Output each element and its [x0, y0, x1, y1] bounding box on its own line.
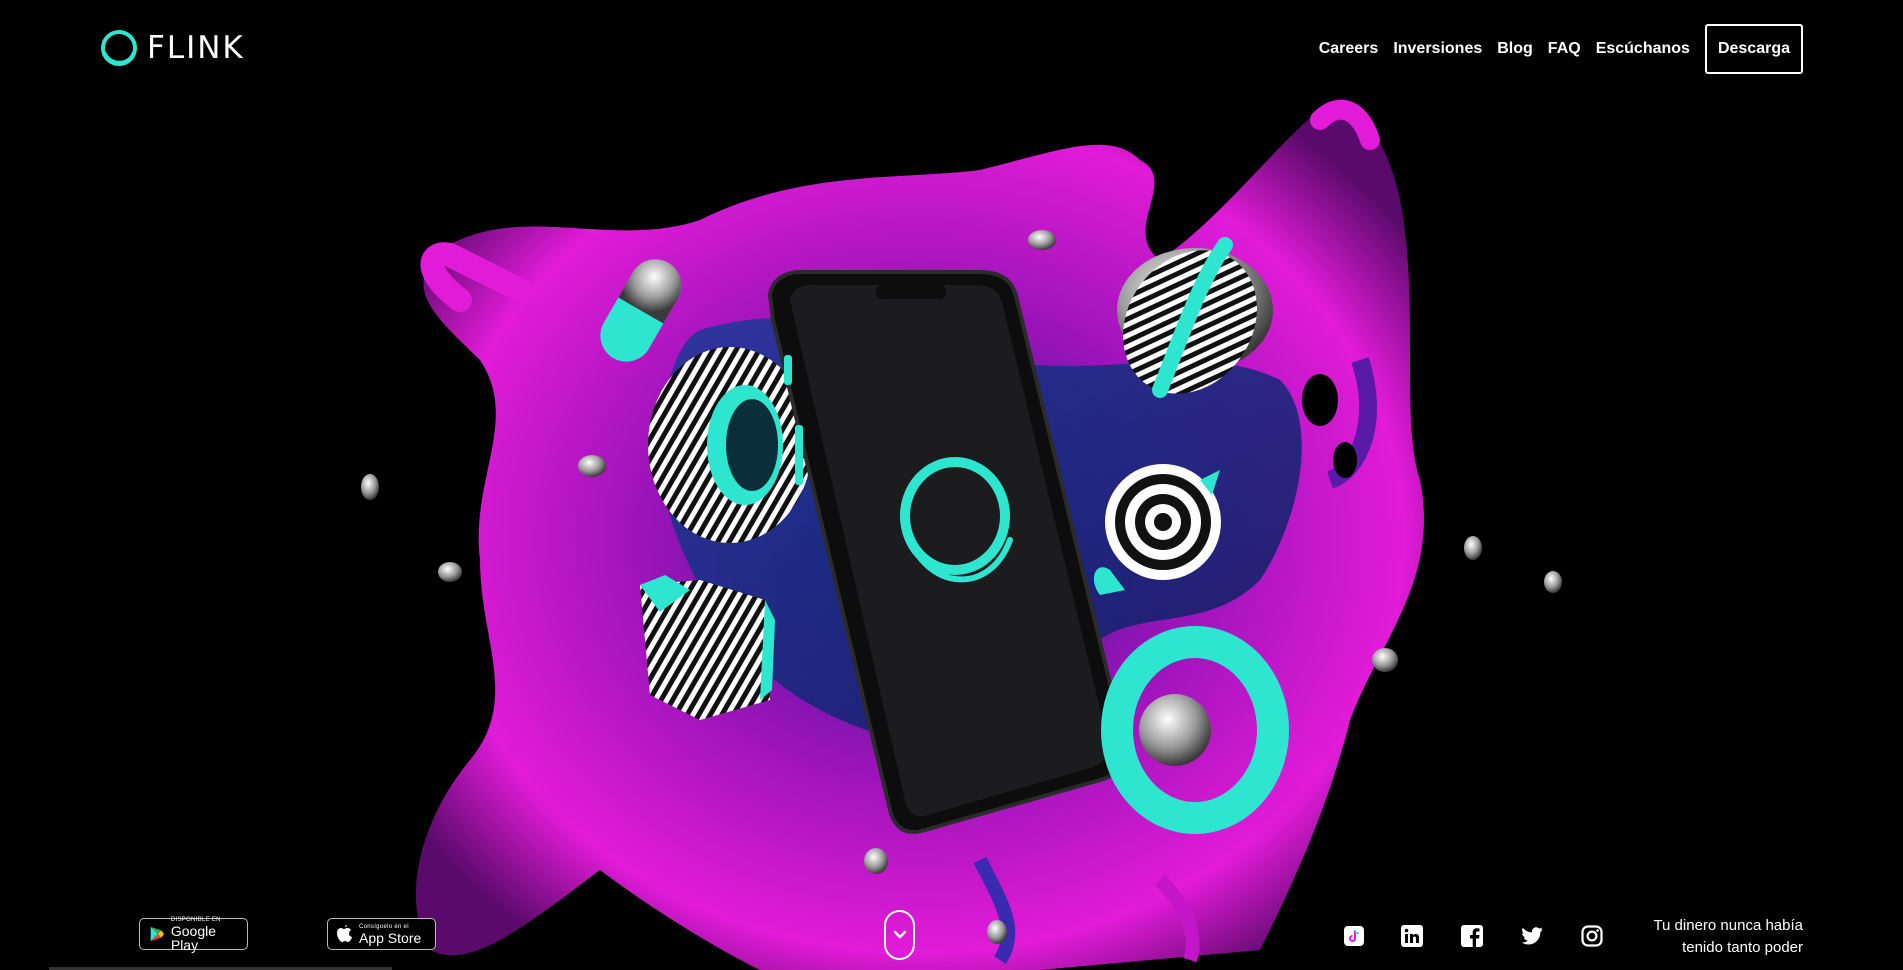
nav-link-blog[interactable]: Blog	[1497, 40, 1533, 58]
tiktok-link[interactable]	[1342, 924, 1366, 948]
google-play-badge[interactable]: DISPONIBLE EN Google Play	[139, 916, 248, 953]
instagram-icon	[1581, 925, 1603, 947]
nav-link-careers[interactable]: Careers	[1319, 40, 1379, 58]
app-store-big-text: App Store	[359, 929, 422, 946]
app-store-badge[interactable]: Consíguelo en el App Store	[327, 918, 436, 950]
nav-link-escuchanos[interactable]: Escúchanos	[1596, 40, 1690, 58]
twitter-link[interactable]	[1520, 924, 1544, 948]
facebook-link[interactable]	[1460, 924, 1484, 948]
flink-wordmark: FLINK	[147, 29, 245, 66]
tagline-line-1: Tu dinero nunca había	[1653, 917, 1803, 934]
tagline-line-2: tenido tanto poder	[1682, 939, 1803, 956]
chevron-down-icon	[893, 930, 906, 939]
download-button[interactable]: Descarga	[1704, 24, 1803, 74]
google-play-big-text: Google Play	[170, 922, 217, 953]
apple-icon	[337, 925, 352, 942]
google-play-small-text: DISPONIBLE EN	[170, 916, 221, 923]
tagline: Tu dinero nunca había tenido tanto poder	[1653, 915, 1803, 959]
flink-logo[interactable]: FLINK	[99, 28, 245, 68]
instagram-link[interactable]	[1580, 924, 1604, 948]
scroll-down-button[interactable]	[884, 910, 915, 960]
tiktok-icon	[1344, 926, 1364, 946]
nav-link-faq[interactable]: FAQ	[1548, 40, 1581, 58]
app-store-small-text: Consíguelo en el	[359, 923, 409, 930]
facebook-icon	[1461, 925, 1483, 947]
flink-logo-icon	[101, 30, 137, 66]
google-play-icon	[150, 926, 165, 942]
linkedin-icon	[1401, 925, 1423, 947]
nav-link-inversiones[interactable]: Inversiones	[1393, 40, 1482, 58]
main-nav: Careers Inversiones Blog FAQ Escúchanos …	[1304, 24, 1803, 74]
linkedin-link[interactable]	[1400, 924, 1424, 948]
twitter-icon	[1521, 927, 1543, 945]
hero-artwork	[361, 99, 1562, 970]
